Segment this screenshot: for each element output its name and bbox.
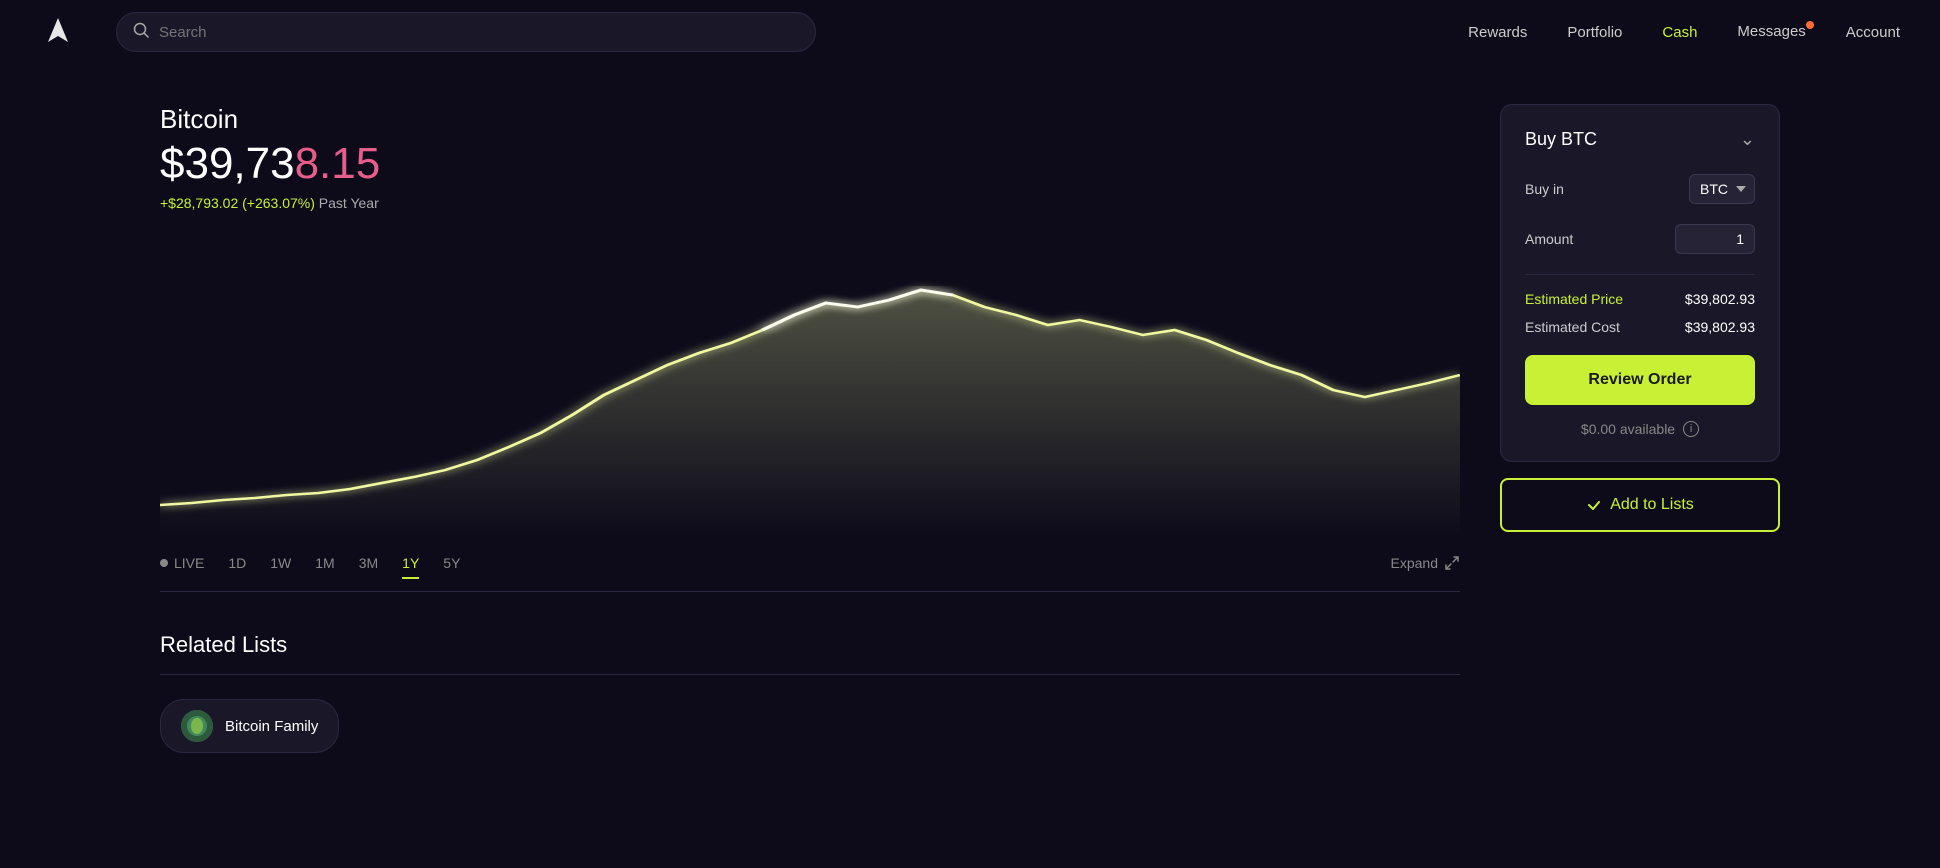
price-chart: [160, 235, 1460, 535]
available-info-icon[interactable]: i: [1683, 421, 1699, 437]
nav-rewards[interactable]: Rewards: [1468, 24, 1527, 41]
live-indicator-dot: [160, 559, 168, 567]
expand-label: Expand: [1391, 555, 1438, 571]
buy-in-label: Buy in: [1525, 181, 1564, 197]
price-change: +$28,793.02 (+263.07%) Past Year: [160, 195, 1460, 211]
time-btn-1m[interactable]: 1M: [315, 551, 334, 575]
nav-account[interactable]: Account: [1846, 24, 1900, 41]
estimated-price-row: Estimated Price $39,802.93: [1525, 291, 1755, 307]
time-btn-1w[interactable]: 1W: [270, 551, 291, 575]
live-label: LIVE: [174, 555, 204, 571]
expand-chart-button[interactable]: Expand: [1391, 555, 1460, 571]
asset-price: $39,738.15: [160, 139, 1460, 189]
header: Rewards Portfolio Cash Messages Account: [0, 0, 1940, 64]
available-amount: $0.00 available: [1581, 421, 1675, 437]
related-lists-section: Related Lists Bitcoin Family: [160, 632, 1460, 753]
messages-notification-dot: [1806, 21, 1814, 29]
list-avatar: [181, 710, 213, 742]
estimated-price-label: Estimated Price: [1525, 291, 1623, 307]
buy-dropdown-chevron[interactable]: ⌄: [1740, 129, 1755, 150]
estimated-cost-row: Estimated Cost $39,802.93: [1525, 319, 1755, 335]
buy-in-select[interactable]: BTC USD: [1689, 174, 1755, 204]
estimated-cost-label: Estimated Cost: [1525, 319, 1620, 335]
buy-title: Buy BTC: [1525, 129, 1597, 150]
add-to-lists-button[interactable]: Add to Lists: [1500, 478, 1780, 532]
right-panel: Buy BTC ⌄ Buy in BTC USD Amount Estimate…: [1500, 104, 1780, 868]
list-item-name: Bitcoin Family: [225, 718, 318, 735]
price-white-part: $39,73: [160, 139, 295, 188]
chart-section: Bitcoin $39,738.15 +$28,793.02 (+263.07%…: [160, 104, 1460, 868]
search-input[interactable]: [159, 24, 799, 41]
form-divider: [1525, 274, 1755, 275]
list-item[interactable]: Bitcoin Family: [160, 699, 339, 753]
time-btn-1d[interactable]: 1D: [228, 551, 246, 575]
time-btn-3m[interactable]: 3M: [359, 551, 378, 575]
price-pink-part: 8.15: [295, 139, 381, 188]
amount-row: Amount: [1525, 224, 1755, 254]
time-btn-1y[interactable]: 1Y: [402, 551, 419, 575]
amount-label: Amount: [1525, 231, 1573, 247]
time-range-bar: LIVE 1D 1W 1M 3M 1Y 5Y Expand: [160, 551, 1460, 592]
time-btn-5y[interactable]: 5Y: [443, 551, 460, 575]
buy-in-row: Buy in BTC USD: [1525, 174, 1755, 204]
expand-icon: [1444, 555, 1460, 571]
lists-divider: [160, 674, 1460, 675]
review-order-button[interactable]: Review Order: [1525, 355, 1755, 405]
price-change-period: Past Year: [319, 195, 379, 211]
nav-links: Rewards Portfolio Cash Messages Account: [1468, 23, 1900, 41]
buy-card: Buy BTC ⌄ Buy in BTC USD Amount Estimate…: [1500, 104, 1780, 462]
price-change-value: +$28,793.02 (+263.07%): [160, 195, 315, 211]
nav-cash[interactable]: Cash: [1662, 24, 1697, 41]
nav-messages[interactable]: Messages: [1737, 23, 1805, 40]
time-btn-live[interactable]: LIVE: [160, 555, 204, 571]
estimated-price-value: $39,802.93: [1685, 291, 1755, 307]
available-row: $0.00 available i: [1525, 421, 1755, 437]
amount-input[interactable]: [1675, 224, 1755, 254]
related-lists-title: Related Lists: [160, 632, 1460, 658]
buy-card-header: Buy BTC ⌄: [1525, 129, 1755, 150]
search-icon: [133, 22, 149, 43]
nav-messages-container: Messages: [1737, 23, 1805, 41]
main-content: Bitcoin $39,738.15 +$28,793.02 (+263.07%…: [0, 64, 1940, 868]
asset-name: Bitcoin: [160, 104, 1460, 135]
nav-portfolio[interactable]: Portfolio: [1567, 24, 1622, 41]
checkmark-icon: [1586, 497, 1602, 513]
add-to-lists-label: Add to Lists: [1610, 496, 1694, 514]
estimated-cost-value: $39,802.93: [1685, 319, 1755, 335]
search-bar: [116, 12, 816, 52]
logo-icon[interactable]: [40, 14, 76, 50]
